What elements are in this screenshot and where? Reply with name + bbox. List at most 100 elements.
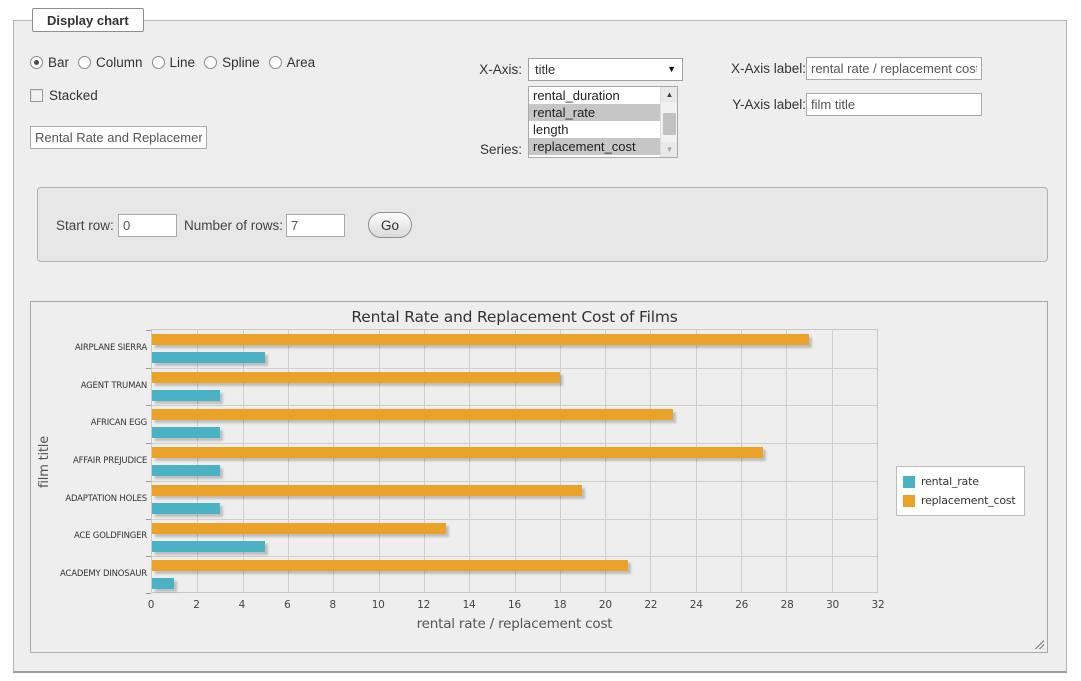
gridline (152, 519, 877, 520)
legend-swatch (903, 495, 915, 507)
category-label: AGENT TRUMAN (35, 381, 147, 391)
legend-label: replacement_cost (921, 494, 1016, 507)
chart-type-option-area[interactable]: Area (269, 55, 316, 70)
bar-rental_rate (152, 541, 265, 552)
chevron-down-icon: ▼ (667, 59, 676, 80)
legend-item-rental_rate: rental_rate (903, 472, 1016, 491)
start-row-input[interactable] (118, 214, 177, 237)
series-option-replacement_cost[interactable]: replacement_cost (529, 138, 660, 155)
y-tick-mark (146, 443, 151, 444)
x-axis-label-input[interactable] (806, 57, 982, 80)
x-axis-title: rental rate / replacement cost (151, 616, 878, 632)
display-chart-panel: Display chart BarColumnLineSplineArea St… (13, 20, 1067, 673)
radio-option-label: Line (170, 55, 196, 70)
x-tick-label: 16 (508, 599, 521, 611)
chart-type-group: Bar Column Line Spline Area (30, 54, 324, 70)
bar-replacement_cost (152, 523, 446, 534)
series-select-label: Series: (434, 142, 522, 158)
x-tick-label: 2 (193, 599, 199, 611)
x-tick-label: 8 (330, 599, 336, 611)
series-option-rental_rate[interactable]: rental_rate (529, 104, 660, 121)
y-axis-label-input[interactable] (806, 93, 982, 116)
plot-area (151, 329, 878, 593)
y-tick-mark (146, 593, 151, 594)
stacked-label: Stacked (49, 88, 98, 103)
x-tick-label: 22 (644, 599, 657, 611)
chart-legend: rental_rate replacement_cost (896, 466, 1025, 516)
scroll-down-icon[interactable]: ▼ (661, 142, 678, 157)
x-axis-select-value: title (535, 62, 555, 77)
bar-rental_rate (152, 352, 265, 363)
x-tick-label: 28 (781, 599, 794, 611)
series-listbox-options: rental_durationrental_ratelengthreplacem… (529, 87, 660, 155)
series-option-rental_duration[interactable]: rental_duration (529, 87, 660, 104)
chart-title: Rental Rate and Replacement Cost of Film… (151, 308, 878, 326)
chart-type-option-line[interactable]: Line (152, 55, 196, 70)
radio-icon[interactable] (204, 56, 217, 69)
category-label: ADAPTATION HOLES (35, 494, 147, 504)
series-option-length[interactable]: length (529, 121, 660, 138)
stacked-checkbox[interactable] (30, 89, 43, 102)
radio-option-label: Spline (222, 55, 260, 70)
category-label: ACE GOLDFINGER (35, 531, 147, 541)
radio-icon[interactable] (78, 56, 91, 69)
x-tick-label: 14 (463, 599, 476, 611)
number-of-rows-label: Number of rows: (184, 214, 283, 237)
gridline (605, 330, 606, 592)
y-tick-mark (146, 481, 151, 482)
category-label: AFRICAN EGG (35, 418, 147, 428)
gridline (786, 330, 787, 592)
gridline (832, 330, 833, 592)
gridline (288, 330, 289, 592)
bar-replacement_cost (152, 409, 673, 420)
radio-icon[interactable] (30, 56, 43, 69)
x-tick-label: 4 (239, 599, 245, 611)
gridline (469, 330, 470, 592)
series-listbox[interactable]: rental_durationrental_ratelengthreplacem… (528, 86, 678, 158)
radio-icon[interactable] (269, 56, 282, 69)
gridline (152, 443, 877, 444)
gridline (515, 330, 516, 592)
gridline (152, 481, 877, 482)
gridline (379, 330, 380, 592)
gridline (560, 330, 561, 592)
scrollbar-thumb[interactable] (663, 113, 676, 135)
y-tick-mark (146, 330, 151, 331)
gridline (424, 330, 425, 592)
series-scrollbar[interactable]: ▲ ▼ (660, 87, 677, 157)
radio-icon[interactable] (152, 56, 165, 69)
legend-label: rental_rate (921, 475, 979, 488)
y-tick-mark (146, 556, 151, 557)
scroll-up-icon[interactable]: ▲ (661, 87, 678, 102)
chart-type-option-spline[interactable]: Spline (204, 55, 260, 70)
number-of-rows-input[interactable] (286, 214, 345, 237)
go-button[interactable]: Go (368, 212, 412, 238)
chart-type-option-bar[interactable]: Bar (30, 55, 69, 70)
stacked-checkbox-row[interactable]: Stacked (30, 87, 98, 103)
resize-grip-icon[interactable] (1033, 638, 1044, 649)
y-tick-mark (146, 368, 151, 369)
legend-item-replacement_cost: replacement_cost (903, 491, 1016, 510)
x-tick-label: 20 (599, 599, 612, 611)
x-axis-select[interactable]: title ▼ (528, 58, 683, 81)
category-label: AIRPLANE SIERRA (35, 343, 147, 353)
x-axis-ticks: 02468101214161820222426283032 (151, 599, 878, 613)
x-tick-label: 10 (372, 599, 385, 611)
category-label: AFFAIR PREJUDICE (35, 456, 147, 466)
y-axis-label-label: Y-Axis label: (712, 93, 806, 116)
gridline (650, 330, 651, 592)
x-tick-label: 18 (553, 599, 566, 611)
bar-rental_rate (152, 465, 220, 476)
chart-type-option-column[interactable]: Column (78, 55, 143, 70)
start-row-label: Start row: (56, 214, 114, 237)
bar-replacement_cost (152, 560, 628, 571)
gridline (741, 330, 742, 592)
gridline (152, 405, 877, 406)
y-tick-mark (146, 519, 151, 520)
gridline (152, 556, 877, 557)
gridline (152, 368, 877, 369)
x-tick-label: 12 (417, 599, 430, 611)
chart-title-input[interactable] (30, 126, 207, 149)
x-tick-label: 26 (735, 599, 748, 611)
gridline (333, 330, 334, 592)
